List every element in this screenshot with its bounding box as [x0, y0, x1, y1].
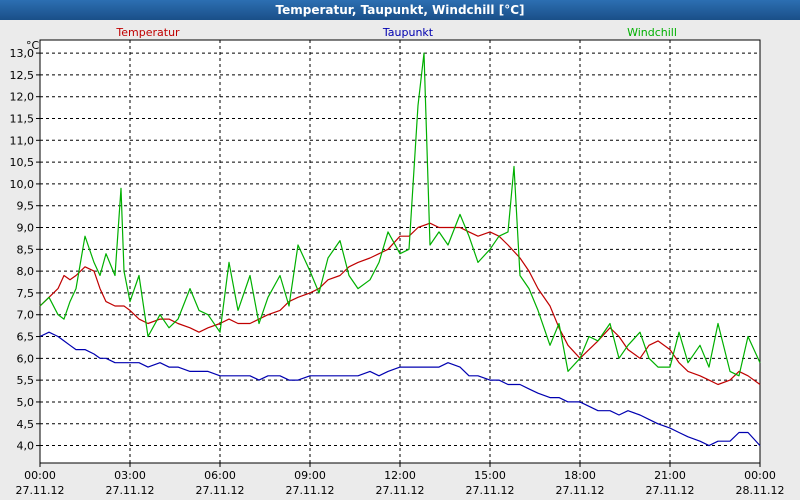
- x-tick-time: 15:00: [474, 469, 506, 482]
- y-axis-ticks: 4,0 4,5 5,0 5,5 6,0 6,5 7,0 7,5 8,0 8,5 9,0 9,5 10,0…: [10, 47, 40, 453]
- y-tick-label: 12,0: [10, 91, 35, 104]
- y-tick-label: 11,5: [10, 112, 35, 125]
- legend: Temperatur Taupunkt Windchill: [115, 26, 677, 39]
- y-axis-unit: °C: [26, 39, 40, 52]
- x-tick-time: 03:00: [114, 469, 146, 482]
- x-tick-time: 12:00: [384, 469, 416, 482]
- y-tick-label: 9,5: [17, 200, 35, 213]
- line-chart: 4,0 4,5 5,0 5,5 6,0 6,5 7,0 7,5 8,0 8,5 9,0 9,5 10,0…: [10, 26, 785, 497]
- x-tick-time: 00:00: [744, 469, 776, 482]
- x-tick-date: 27.11.12: [196, 484, 245, 497]
- y-tick-label: 10,0: [10, 178, 35, 191]
- x-axis-ticks: 00:00 27.11.12 03:00 27.11.12 06:00 27.11.12 0…: [16, 463, 785, 497]
- y-tick-label: 7,5: [17, 287, 35, 300]
- x-tick-date: 27.11.12: [376, 484, 425, 497]
- x-tick-time: 00:00: [24, 469, 56, 482]
- y-tick-label: 4,5: [17, 418, 35, 431]
- legend-item-windchill: Windchill: [627, 26, 677, 39]
- x-tick-time: 21:00: [654, 469, 686, 482]
- y-tick-label: 9,0: [17, 222, 35, 235]
- y-tick-label: 8,0: [17, 265, 35, 278]
- x-tick-date: 27.11.12: [286, 484, 335, 497]
- x-tick-date: 27.11.12: [646, 484, 695, 497]
- x-tick-time: 18:00: [564, 469, 596, 482]
- y-tick-label: 6,5: [17, 331, 35, 344]
- y-tick-label: 10,5: [10, 156, 35, 169]
- y-tick-label: 5,5: [17, 374, 35, 387]
- y-tick-label: 4,0: [17, 440, 35, 453]
- y-tick-label: 6,0: [17, 352, 35, 365]
- x-tick-date: 27.11.12: [556, 484, 605, 497]
- y-tick-label: 8,5: [17, 243, 35, 256]
- y-tick-label: 7,0: [17, 309, 35, 322]
- x-tick-date: 27.11.12: [106, 484, 155, 497]
- y-tick-label: 11,0: [10, 134, 35, 147]
- y-tick-label: 5,0: [17, 396, 35, 409]
- legend-item-taupunkt: Taupunkt: [382, 26, 434, 39]
- x-tick-date: 27.11.12: [16, 484, 65, 497]
- y-tick-label: 12,5: [10, 69, 35, 82]
- x-tick-date: 28.11.12: [736, 484, 785, 497]
- x-tick-time: 09:00: [294, 469, 326, 482]
- legend-item-temperatur: Temperatur: [115, 26, 180, 39]
- x-tick-date: 27.11.12: [466, 484, 515, 497]
- x-tick-time: 06:00: [204, 469, 236, 482]
